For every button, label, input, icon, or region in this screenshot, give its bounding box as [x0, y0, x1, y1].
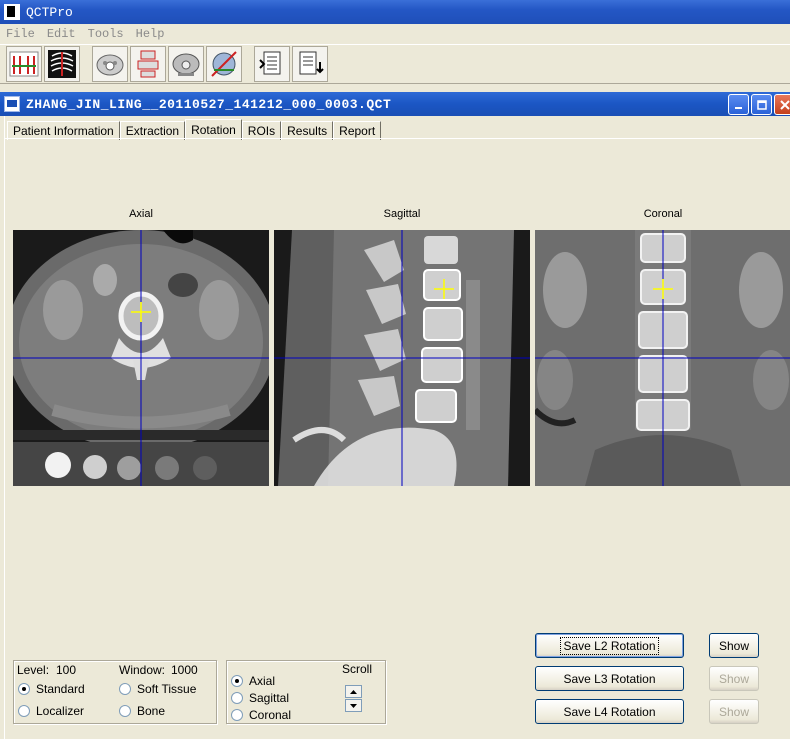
close-button[interactable]	[774, 94, 790, 115]
radio-icon	[231, 709, 243, 721]
show-l2-button[interactable]: Show	[709, 633, 759, 658]
show-l3-label: Show	[718, 671, 750, 686]
app-title: QCTPro	[26, 4, 73, 20]
menu-edit[interactable]: Edit	[47, 27, 76, 41]
radio-selected-icon	[231, 675, 243, 687]
preset-soft-tissue-radio[interactable]: Soft Tissue	[119, 682, 196, 696]
arrow-up-icon	[350, 689, 357, 694]
preset-soft-tissue-label: Soft Tissue	[137, 682, 197, 696]
show-l4-button[interactable]: Show	[709, 699, 759, 724]
window-label: Window:	[119, 663, 166, 677]
window-value: 1000	[171, 663, 198, 677]
scroll-down-button[interactable]	[345, 699, 362, 712]
level-label: Level:	[17, 663, 50, 677]
save-l3-rotation-label: Save L3 Rotation	[563, 671, 656, 686]
save-l4-rotation-label: Save L4 Rotation	[563, 704, 656, 719]
scroll-axial-radio[interactable]: Axial	[231, 674, 275, 688]
axial-view[interactable]	[13, 230, 269, 486]
preset-standard-label: Standard	[36, 682, 85, 696]
spine-analysis-icon[interactable]	[6, 46, 42, 82]
scroll-up-button[interactable]	[345, 685, 362, 698]
ribs-scan-icon[interactable]	[44, 46, 80, 82]
arrow-down-icon	[350, 703, 357, 708]
menu-help[interactable]: Help	[136, 27, 165, 41]
coronal-view[interactable]	[535, 230, 790, 486]
scroll-coronal-radio[interactable]: Coronal	[231, 708, 291, 722]
menu-tools[interactable]: Tools	[88, 27, 124, 41]
scroll-axial-label: Axial	[249, 674, 276, 688]
preset-localizer-label: Localizer	[36, 704, 85, 718]
maximize-icon	[756, 99, 767, 110]
menu-bar: File Edit Tools Help	[0, 24, 790, 44]
axial-slice-icon[interactable]	[92, 46, 128, 82]
roi-placement-icon[interactable]	[130, 46, 166, 82]
app-logo-icon	[4, 4, 20, 20]
preset-bone-radio[interactable]: Bone	[119, 704, 165, 718]
show-l3-button[interactable]: Show	[709, 666, 759, 691]
scroll-sagittal-label: Sagittal	[249, 691, 290, 705]
scroll-label: Scroll	[342, 662, 373, 676]
radio-selected-icon	[18, 683, 30, 695]
minimize-icon	[734, 106, 742, 109]
save-l2-rotation-label: Save L2 Rotation	[560, 636, 659, 655]
level-value: 100	[56, 663, 77, 677]
document-window: Patient Information Extraction Rotation …	[4, 116, 790, 739]
tab-rotation[interactable]: Rotation	[185, 119, 242, 140]
show-l4-label: Show	[718, 704, 750, 719]
save-l2-rotation-button[interactable]: Save L2 Rotation	[535, 633, 684, 658]
report-print-icon[interactable]	[292, 46, 328, 82]
radio-icon	[119, 683, 131, 695]
axial-body-icon[interactable]	[168, 46, 204, 82]
scroll-group: Scroll Axial Sagittal Coronal	[226, 660, 386, 724]
radio-icon	[18, 705, 30, 717]
scroll-coronal-label: Coronal	[249, 708, 292, 722]
scroll-sagittal-radio[interactable]: Sagittal	[231, 691, 289, 705]
document-icon	[4, 96, 20, 112]
preset-bone-label: Bone	[137, 704, 166, 718]
document-titlebar: ZHANG_JIN_LING__20110527_141212_000_0003…	[0, 92, 790, 116]
calibration-icon[interactable]	[206, 46, 242, 82]
coronal-label: Coronal	[643, 208, 683, 220]
minimize-button[interactable]	[728, 94, 749, 115]
show-l2-label: Show	[718, 638, 750, 653]
window-level-group: Level: 100 Window: 1000 Standard Soft Ti…	[13, 660, 217, 724]
save-l4-rotation-button[interactable]: Save L4 Rotation	[535, 699, 684, 724]
app-titlebar: QCTPro	[0, 0, 790, 24]
toolbar	[0, 44, 790, 84]
preset-standard-radio[interactable]: Standard	[18, 682, 85, 696]
close-icon	[779, 99, 790, 110]
save-l3-rotation-button[interactable]: Save L3 Rotation	[535, 666, 684, 691]
document-title: ZHANG_JIN_LING__20110527_141212_000_0003…	[26, 96, 392, 112]
preset-localizer-radio[interactable]: Localizer	[18, 704, 84, 718]
menu-file[interactable]: File	[6, 27, 35, 41]
radio-icon	[231, 692, 243, 704]
sagittal-label: Sagittal	[383, 208, 421, 220]
maximize-button[interactable]	[751, 94, 772, 115]
tab-strip: Patient Information Extraction Rotation …	[7, 119, 382, 140]
radio-icon	[119, 705, 131, 717]
axial-label: Axial	[129, 208, 153, 220]
sagittal-view[interactable]	[274, 230, 530, 486]
report-export-icon[interactable]	[254, 46, 290, 82]
